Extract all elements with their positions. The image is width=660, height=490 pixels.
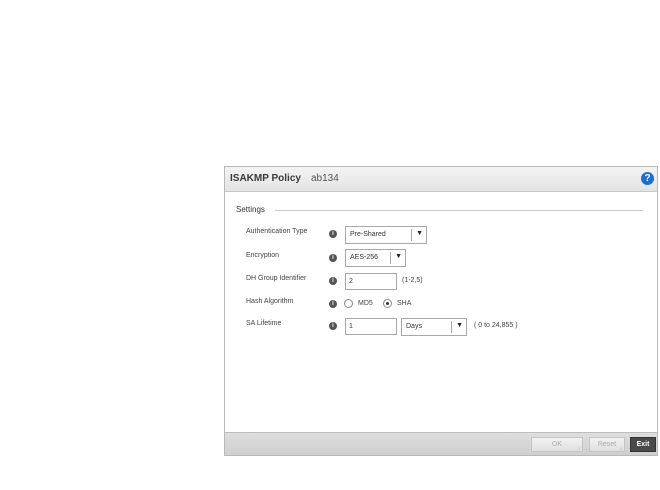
- dialog-footer: OK ⌟ Reset ⌟ Exit: [225, 432, 657, 455]
- info-icon[interactable]: i: [329, 300, 337, 308]
- sa-lifetime-unit: Days: [406, 323, 422, 330]
- sa-lifetime-row: SA Lifetime i 1 Days ▼ ( 0 to 24,855 ): [225, 317, 657, 339]
- hash-md5-radio[interactable]: [344, 299, 353, 308]
- ok-label: OK: [551, 441, 563, 448]
- dh-group-hint: (1-2,5): [402, 277, 423, 284]
- hash-row: Hash Algorithm i MD5 SHA: [225, 295, 657, 317]
- chevron-down-icon: ▼: [416, 230, 423, 237]
- info-icon[interactable]: i: [329, 254, 337, 262]
- sa-lifetime-input[interactable]: 1: [345, 318, 397, 335]
- reset-button[interactable]: Reset ⌟: [589, 437, 625, 452]
- dialog-title: ISAKMP Policy: [230, 173, 301, 184]
- encryption-select[interactable]: AES-256 ▼: [345, 249, 406, 267]
- help-icon[interactable]: ?: [641, 172, 654, 185]
- info-icon[interactable]: i: [329, 322, 337, 330]
- auth-type-label: Authentication Type: [246, 228, 308, 235]
- sa-lifetime-label: SA Lifetime: [246, 320, 282, 327]
- dialog-titlebar: ISAKMP Policy ab134 ?: [225, 167, 657, 192]
- hash-md5-label: MD5: [358, 300, 373, 307]
- chevron-down-icon: ▼: [395, 253, 402, 260]
- hash-sha-radio[interactable]: [383, 299, 392, 308]
- chevron-down-icon: ▼: [456, 322, 463, 329]
- auth-type-row: Authentication Type i Pre-Shared ▼: [225, 225, 657, 247]
- encryption-row: Encryption i AES-256 ▼: [225, 249, 657, 271]
- info-icon[interactable]: i: [329, 277, 337, 285]
- exit-button[interactable]: Exit: [630, 437, 656, 452]
- dh-group-row: DH Group Identifier i 2 (1-2,5): [225, 272, 657, 294]
- ok-button[interactable]: OK ⌟: [531, 437, 583, 452]
- reset-label: Reset: [597, 441, 617, 448]
- policy-name: ab134: [311, 173, 339, 184]
- dh-group-label: DH Group Identifier: [246, 275, 307, 282]
- sa-lifetime-hint: ( 0 to 24,855 ): [474, 322, 518, 329]
- sa-lifetime-unit-select[interactable]: Days ▼: [401, 318, 467, 336]
- auth-type-value: Pre-Shared: [350, 231, 386, 238]
- encryption-value: AES-256: [350, 254, 379, 261]
- info-icon[interactable]: i: [329, 230, 337, 238]
- hash-label: Hash Algorithm: [246, 298, 294, 305]
- isakmp-policy-dialog: ISAKMP Policy ab134 ? Settings Authentic…: [224, 166, 658, 456]
- hash-sha-label: SHA: [397, 300, 412, 307]
- settings-divider: [275, 210, 643, 211]
- encryption-label: Encryption: [246, 252, 280, 259]
- dh-group-input[interactable]: 2: [345, 273, 397, 290]
- settings-section-label: Settings: [236, 205, 265, 214]
- auth-type-select[interactable]: Pre-Shared ▼: [345, 226, 427, 244]
